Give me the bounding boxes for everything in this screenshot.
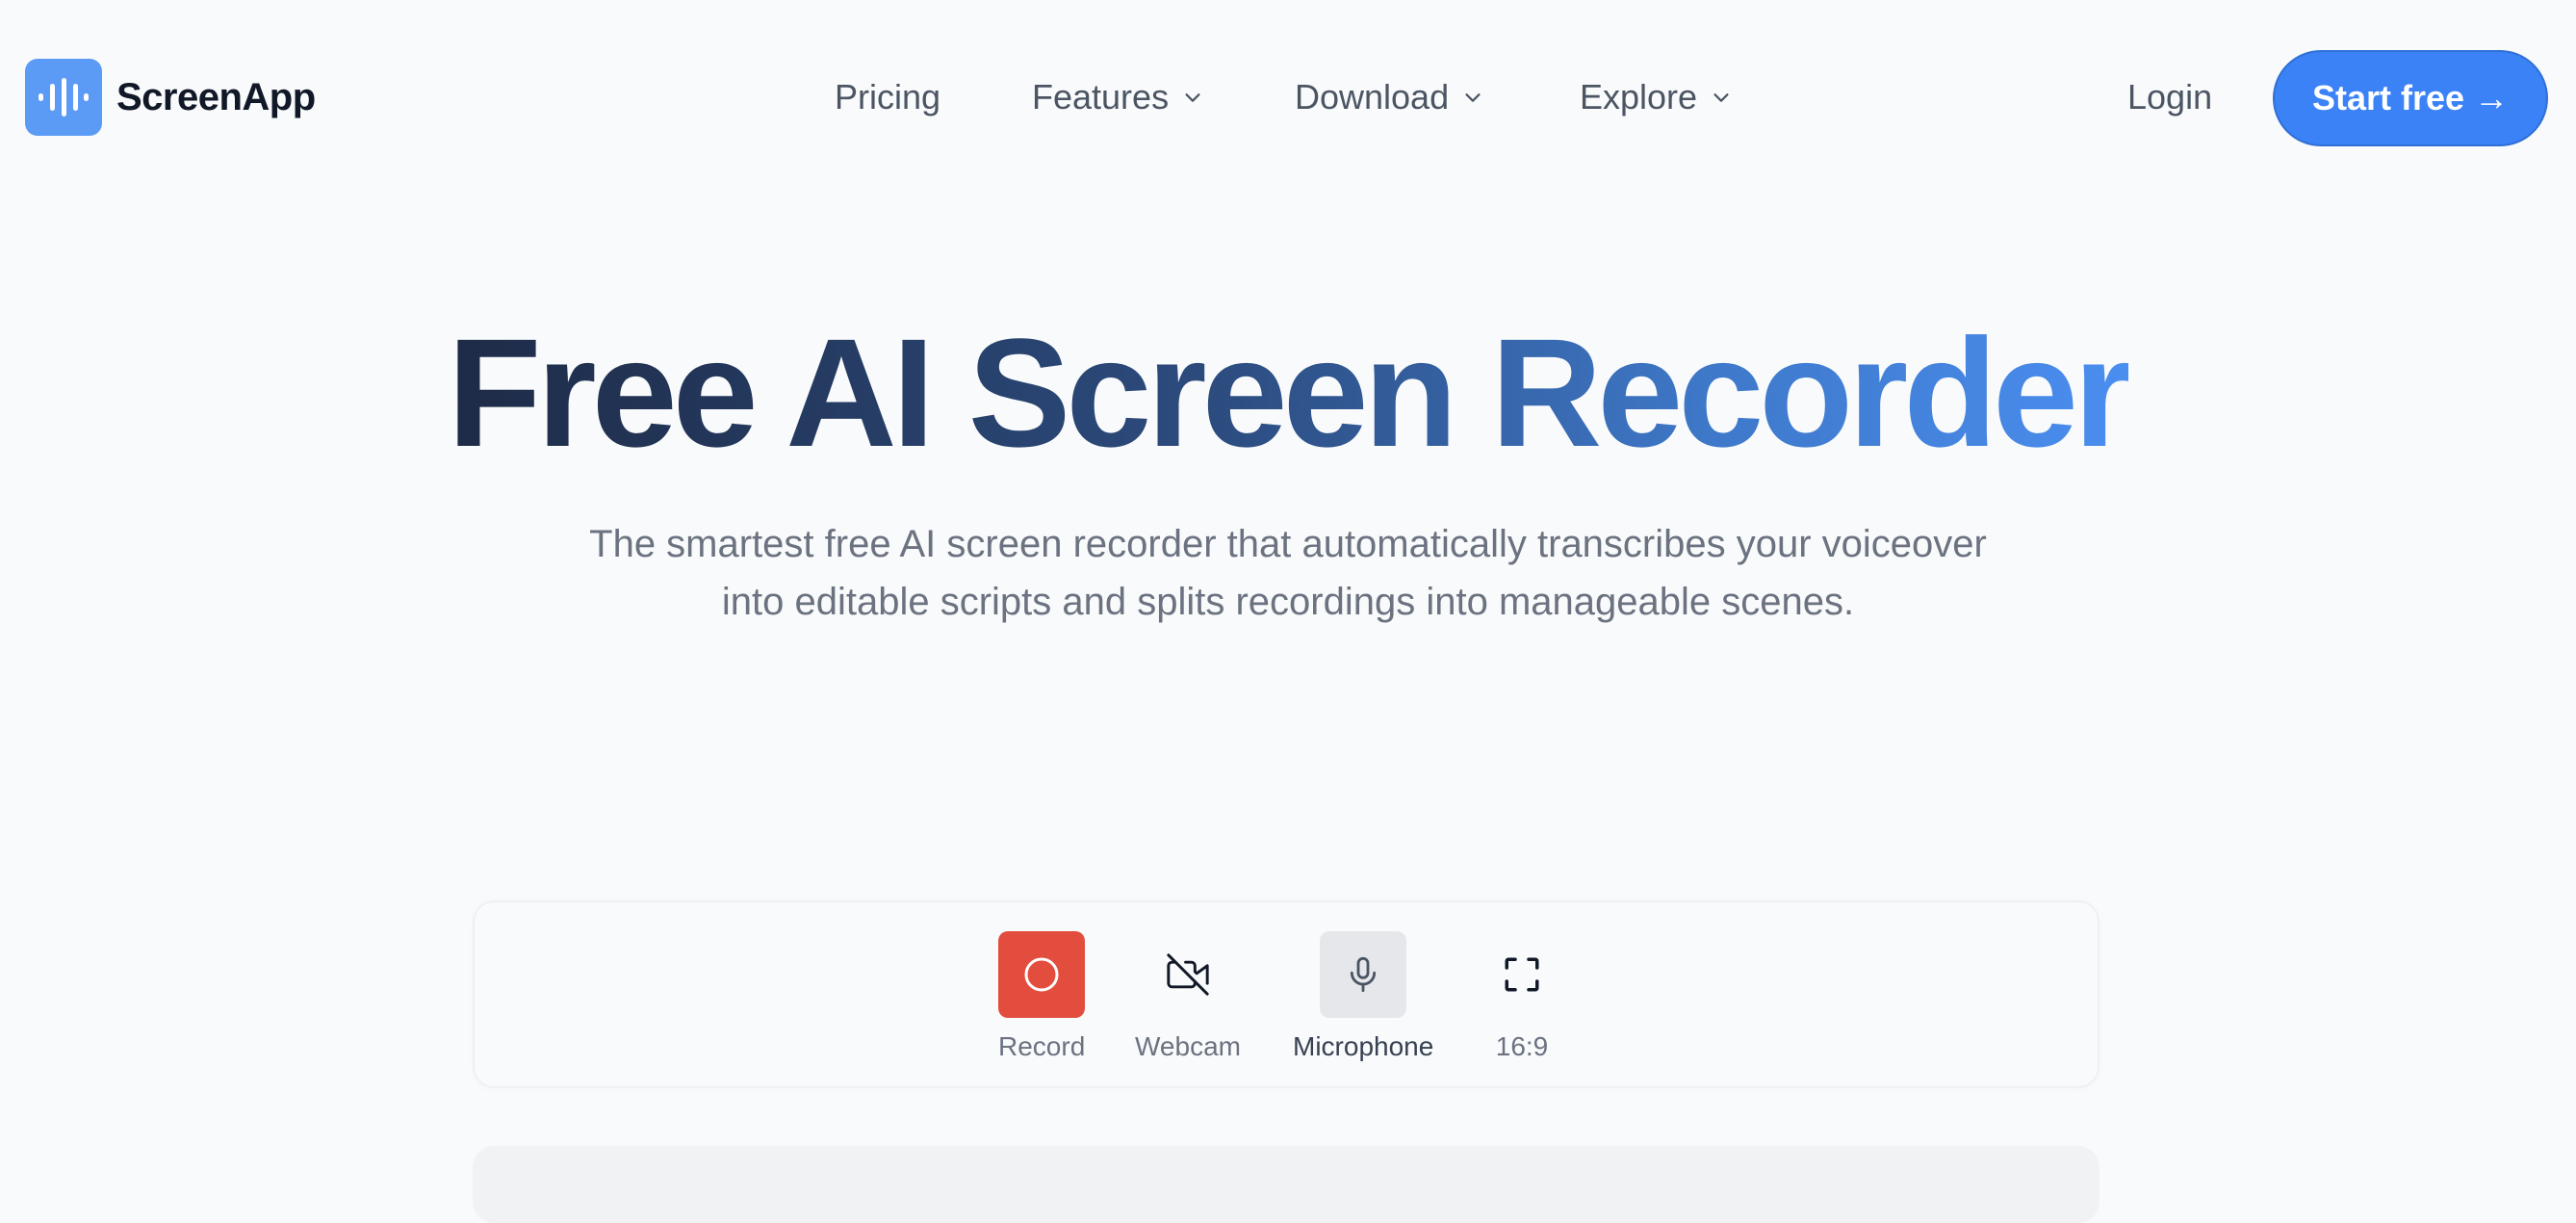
record-icon (1024, 957, 1059, 992)
nav-download-label: Download (1295, 77, 1450, 117)
webcam-label: Webcam (1135, 1031, 1241, 1061)
chevron-down-icon (1465, 93, 1481, 102)
nav-explore[interactable]: Explore (1580, 77, 1732, 117)
hero-subtitle-line-1: The smartest free AI screen recorder tha… (589, 523, 1987, 565)
microphone-control[interactable]: Microphone (1293, 931, 1433, 1062)
hero-title: Free AI Screen Recorder (0, 306, 2576, 480)
microphone-button[interactable] (1320, 931, 1407, 1018)
chevron-down-icon (1713, 93, 1729, 102)
microphone-icon (1351, 956, 1377, 993)
record-button[interactable] (998, 931, 1086, 1018)
record-label: Record (998, 1031, 1086, 1061)
nav-pricing-label: Pricing (835, 77, 941, 117)
hero-title-text: Free AI Screen Recorder (447, 306, 2134, 479)
nav-features[interactable]: Features (1032, 77, 1203, 117)
chevron-down-icon (1185, 93, 1200, 102)
nav-download[interactable]: Download (1295, 77, 1483, 117)
hero-subtitle-line-2: into editable scripts and splits recordi… (721, 581, 1855, 623)
record-control[interactable]: Record (998, 931, 1085, 1062)
recording-preview-area (473, 1146, 2099, 1223)
site-header: ScreenApp Pricing Features Download Expl… (0, 0, 2576, 196)
hero-subtitle: The smartest free AI screen recorder tha… (481, 515, 2095, 631)
webcam-control[interactable]: Webcam (1135, 931, 1241, 1062)
webcam-off-icon (1167, 953, 1209, 996)
fullscreen-frame-icon (1505, 957, 1539, 992)
nav-explore-label: Explore (1580, 77, 1698, 117)
aspect-ratio-button[interactable] (1479, 931, 1565, 1018)
webcam-button[interactable] (1145, 931, 1231, 1018)
nav-pricing[interactable]: Pricing (835, 77, 940, 117)
start-free-button[interactable]: Start free → (2273, 50, 2548, 146)
login-link[interactable]: Login (2127, 77, 2212, 117)
aspect-ratio-label: 16:9 (1495, 1031, 1549, 1061)
microphone-label: Microphone (1293, 1031, 1434, 1061)
recorder-controls: Record Webcam Microphone 16:9 (473, 900, 2099, 1088)
aspect-ratio-control[interactable]: 16:9 (1479, 931, 1565, 1062)
nav-features-label: Features (1032, 77, 1170, 117)
